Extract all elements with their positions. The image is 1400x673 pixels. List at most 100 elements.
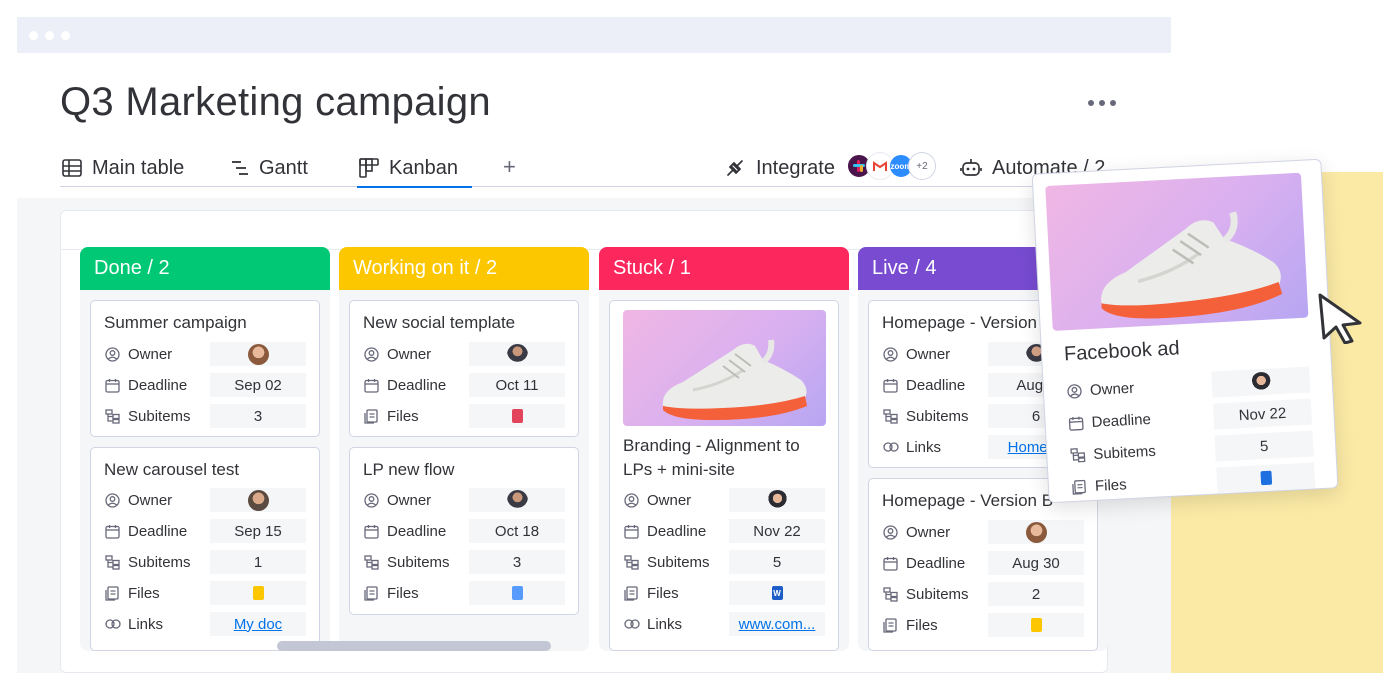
field-label: Files	[128, 584, 160, 602]
card-field-owner: Owner	[882, 520, 1084, 544]
files-value[interactable]: W	[729, 581, 825, 605]
window-dot-icon[interactable]	[45, 31, 54, 40]
card-field-files: Files W	[623, 581, 825, 605]
more-apps-count: +2	[916, 160, 928, 172]
tab-main-table[interactable]: Main table	[62, 150, 184, 186]
yellow-doc-icon	[252, 586, 264, 600]
deadline-value[interactable]: Sep 02	[210, 373, 306, 397]
files-icon	[104, 585, 121, 602]
subitems-value[interactable]: 1	[210, 550, 306, 574]
link-value[interactable]: www.com...	[729, 612, 825, 636]
column-header[interactable]: Working on it / 2	[339, 247, 589, 290]
avatar	[1025, 521, 1047, 543]
card-title: Branding - Alignment to LPs + mini-site	[623, 436, 800, 479]
tab-gantt[interactable]: Gantt	[231, 150, 308, 186]
column-header[interactable]: Stuck / 1	[599, 247, 849, 290]
calendar-icon	[104, 523, 121, 540]
card-field-deadline: Deadline Sep 15	[104, 519, 306, 543]
files-value[interactable]	[469, 404, 565, 428]
avatar	[247, 343, 269, 365]
kanban-card[interactable]: Homepage - Version B Owner Deadline Aug …	[868, 478, 1098, 651]
owner-value[interactable]	[988, 520, 1084, 544]
tab-label: Main table	[92, 156, 185, 179]
card-title: New carousel test	[104, 460, 240, 479]
integrate-icon	[727, 160, 743, 176]
dragged-kanban-card[interactable]: Facebook ad Owner Deadline Nov 22 Subite…	[1031, 158, 1339, 504]
card-field-deadline: Deadline Aug 30	[882, 551, 1084, 575]
deadline-value[interactable]: Aug 30	[988, 551, 1084, 575]
card-field-files: Files	[104, 581, 306, 605]
owner-value[interactable]	[469, 488, 565, 512]
horizontal-scrollbar[interactable]	[277, 641, 551, 651]
deadline-value[interactable]: Sep 15	[210, 519, 306, 543]
subitems-value[interactable]: 5	[729, 550, 825, 574]
owner-value[interactable]	[210, 488, 306, 512]
files-value[interactable]	[1216, 462, 1316, 494]
deadline-value[interactable]: Oct 11	[469, 373, 565, 397]
card-title: New social template	[363, 313, 516, 332]
deadline-value[interactable]: Oct 18	[469, 519, 565, 543]
add-view-button[interactable]: +	[503, 154, 516, 180]
person-icon	[882, 524, 899, 541]
files-value[interactable]	[469, 581, 565, 605]
calendar-icon	[1067, 414, 1085, 432]
files-icon	[363, 585, 380, 602]
integration-apps[interactable]: zoom +2	[846, 150, 935, 182]
window-dot-icon[interactable]	[29, 31, 38, 40]
field-label: Subitems	[1092, 442, 1157, 463]
window-dot-icon[interactable]	[61, 31, 70, 40]
card-field-subitems: Subitems 3	[363, 550, 565, 574]
subitems-value[interactable]: 3	[469, 550, 565, 574]
link-icon	[882, 439, 899, 456]
gantt-icon	[232, 161, 248, 175]
card-field-deadline: Deadline Sep 02	[104, 373, 306, 397]
files-value[interactable]	[210, 581, 306, 605]
kanban-card[interactable]: New carousel test Owner Deadline Sep 15 …	[90, 447, 320, 651]
owner-value[interactable]	[729, 488, 825, 512]
field-label: Deadline	[906, 376, 966, 394]
card-field-files: Files	[882, 613, 1084, 637]
deadline-value[interactable]: Nov 22	[1212, 398, 1313, 430]
subitems-value[interactable]: 3	[210, 404, 306, 428]
column-header[interactable]: Done / 2	[80, 247, 330, 290]
person-icon	[882, 346, 899, 363]
card-field-owner: Owner	[363, 342, 565, 366]
kanban-card[interactable]: Summer campaign Owner Deadline Sep 02 Su…	[90, 300, 320, 437]
files-icon	[1071, 478, 1089, 496]
subitems-value[interactable]: 5	[1214, 430, 1314, 462]
more-dots-icon[interactable]	[1088, 100, 1116, 106]
link-value[interactable]: My doc	[210, 612, 306, 636]
card-field-owner: Owner	[104, 342, 306, 366]
field-label: Deadline	[1091, 410, 1152, 431]
owner-value[interactable]	[210, 342, 306, 366]
deadline-value[interactable]: Nov 22	[729, 519, 825, 543]
kanban-card[interactable]: LP new flow Owner Deadline Oct 18 Subite…	[349, 447, 579, 615]
field-label: Subitems	[128, 553, 191, 571]
kanban-column-done: Done / 2 Summer campaign Owner Deadline …	[80, 247, 330, 651]
files-value[interactable]	[988, 613, 1084, 637]
card-field-deadline: Deadline Oct 18	[363, 519, 565, 543]
owner-value[interactable]	[1211, 366, 1311, 398]
card-title: Homepage - Version B	[882, 491, 1054, 510]
kanban-card[interactable]: New social template Owner Deadline Oct 1…	[349, 300, 579, 437]
card-field-deadline: Deadline Oct 11	[363, 373, 565, 397]
field-label: Links	[906, 438, 942, 456]
subitems-value[interactable]: 2	[988, 582, 1084, 606]
field-label: Deadline	[906, 554, 966, 572]
kanban-card[interactable]: Branding - Alignment to LPs + mini-site …	[609, 300, 839, 651]
field-label: Owner	[128, 491, 173, 509]
word-icon: W	[771, 586, 783, 600]
subitems-icon	[623, 554, 640, 571]
files-icon	[363, 408, 380, 425]
blue-doc-icon	[511, 586, 523, 600]
person-icon	[363, 492, 380, 509]
tab-kanban[interactable]: Kanban	[357, 150, 472, 188]
owner-value[interactable]	[469, 342, 565, 366]
field-label: Owner	[387, 345, 432, 363]
subitems-icon	[1069, 446, 1087, 464]
card-field-files: Files	[363, 581, 565, 605]
card-field-subitems: Subitems 5	[623, 550, 825, 574]
calendar-icon	[363, 377, 380, 394]
card-title: LP new flow	[363, 460, 455, 479]
integrate-button[interactable]: Integrate	[724, 150, 835, 186]
